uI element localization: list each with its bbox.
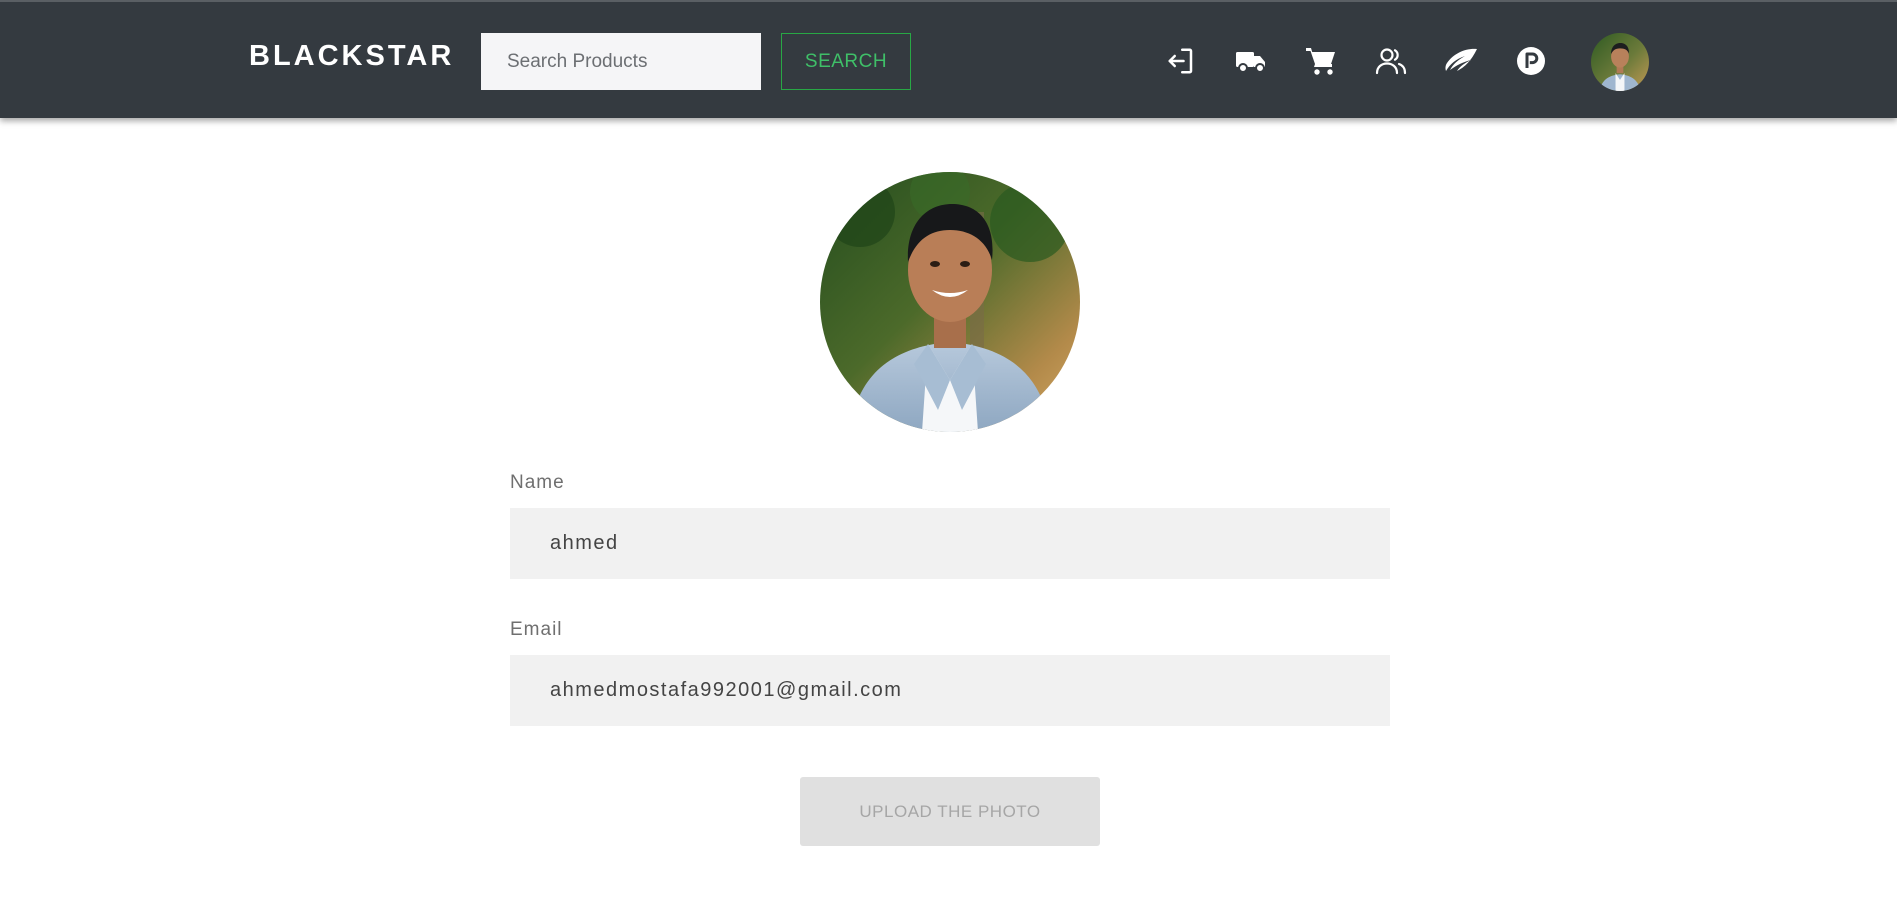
truck-icon[interactable]	[1234, 44, 1268, 78]
profile-photo	[820, 172, 1080, 432]
users-icon[interactable]	[1374, 44, 1408, 78]
email-field[interactable]	[510, 655, 1390, 726]
top-navbar: BLACKSTAR SEARCH	[0, 0, 1897, 118]
email-label: Email	[510, 619, 563, 640]
name-field[interactable]	[510, 508, 1390, 579]
parking-icon[interactable]	[1514, 44, 1548, 78]
user-avatar[interactable]	[1591, 33, 1649, 91]
upload-photo-button[interactable]: UPLOAD THE PHOTO	[800, 777, 1100, 846]
search-input[interactable]	[481, 33, 761, 90]
cart-icon[interactable]	[1304, 44, 1338, 78]
name-label: Name	[510, 472, 565, 493]
search-button[interactable]: SEARCH	[781, 33, 911, 90]
login-icon[interactable]	[1164, 44, 1198, 78]
wing-icon[interactable]	[1444, 44, 1478, 78]
brand-logo[interactable]: BLACKSTAR	[249, 40, 454, 73]
